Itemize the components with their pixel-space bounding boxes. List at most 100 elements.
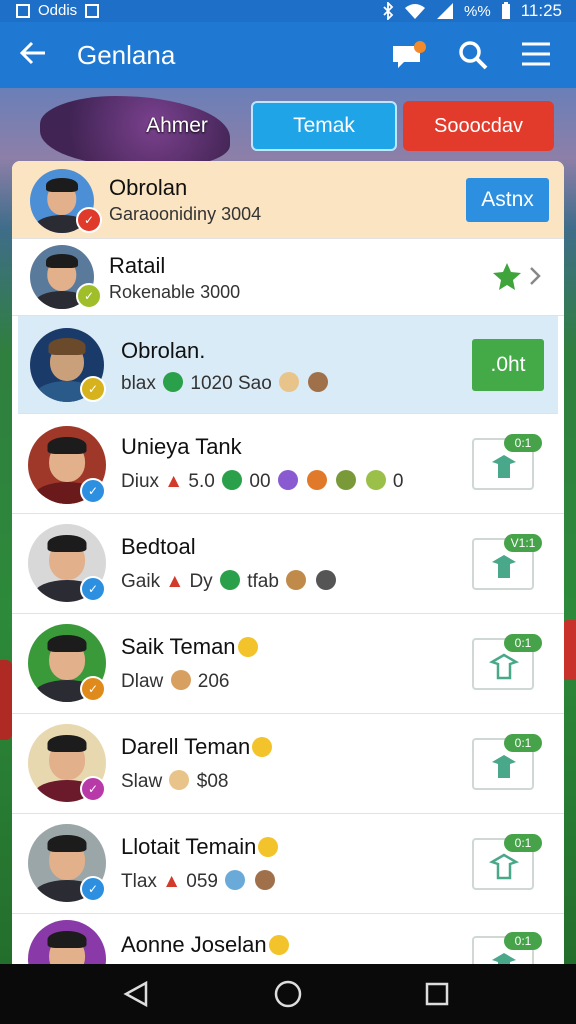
search-button[interactable] <box>456 38 492 74</box>
contact-name: Unieya Tank <box>121 434 242 459</box>
tab-sooocdav[interactable]: Sooocdav <box>403 101 554 151</box>
quick-action-button[interactable]: 0:1 <box>472 634 542 690</box>
face-emoji-icon <box>286 570 307 590</box>
list-item[interactable]: ✓ Obrolan Garaoonidiny 3004 Astnx <box>12 161 564 239</box>
contact-name: Bedtoal <box>121 534 196 559</box>
background-decoration <box>0 660 12 740</box>
notifications-button[interactable] <box>390 38 426 74</box>
subtitle-extra: Dy <box>189 571 213 592</box>
smiley-emoji-icon <box>268 935 289 955</box>
battery-text: %% <box>464 2 491 20</box>
list-item[interactable]: Aonne Joselan 0:1 <box>12 914 564 964</box>
contact-name: Llotait Temain <box>121 834 257 859</box>
emoji-icon <box>307 470 328 490</box>
face-emoji-icon <box>279 372 300 392</box>
nav-back-button[interactable] <box>122 979 152 1009</box>
triangle-back-icon <box>123 980 148 1008</box>
verified-badge-icon: ✓ <box>80 376 106 402</box>
green-emoji-icon <box>219 570 240 590</box>
contact-subtitle: Garaoonidiny 3004 <box>109 204 262 224</box>
action-button[interactable]: Astnx <box>466 178 549 222</box>
star-icon[interactable] <box>492 261 522 291</box>
contact-subtitle: Rokenable 3000 <box>109 282 241 302</box>
contact-name: Aonne Joselan <box>121 932 267 957</box>
status-tag: 0:1 <box>504 834 542 852</box>
back-button[interactable] <box>18 38 52 72</box>
subtitle-extra: $08 <box>196 771 229 792</box>
list-item[interactable]: ✓ Darell Teman Slaw $08 0:1 <box>12 714 564 814</box>
subtitle-extra: 1020 Sao <box>190 373 272 394</box>
subtitle-text: Slaw <box>121 771 163 792</box>
purple-emoji-icon <box>277 470 298 490</box>
home-shape-icon <box>492 555 516 578</box>
subtitle-text: Tlax <box>121 871 157 892</box>
contact-name: Obrolan. <box>121 338 206 363</box>
arrow-left-icon <box>19 41 45 65</box>
hamburger-menu-icon <box>522 42 550 66</box>
clock: 11:25 <box>520 1 562 20</box>
bluetooth-icon <box>383 2 394 20</box>
tab-temak[interactable]: Temak <box>251 101 397 151</box>
home-shape-icon <box>492 455 516 478</box>
nav-recents-button[interactable] <box>422 979 452 1009</box>
notification-icon <box>85 3 100 18</box>
list-item[interactable]: ✓ Saik Teman Dlaw 206 0:1 <box>12 614 564 714</box>
contact-subtitle: blax 1020 Sao <box>121 372 330 395</box>
face-emoji-icon <box>169 770 190 790</box>
chevron-right-icon[interactable] <box>528 265 542 287</box>
quick-action-button[interactable]: 0:1 <box>472 932 542 964</box>
emoji-icon <box>220 338 240 358</box>
subtitle-extra: 5.0 <box>188 471 215 492</box>
nav-home-button[interactable] <box>273 979 303 1009</box>
face-emoji-icon <box>170 670 191 690</box>
list-item[interactable]: ✓ Ratail Rokenable 3000 <box>12 239 564 316</box>
menu-button[interactable] <box>520 38 556 74</box>
quick-action-button[interactable]: V1:1 <box>472 534 542 590</box>
status-tag: V1:1 <box>504 534 542 552</box>
face-emoji-icon <box>225 870 246 890</box>
contact-name-wrap: Aonne Joselan <box>121 932 291 958</box>
status-tag: 0:1 <box>504 634 542 652</box>
verified-badge-icon: ✓ <box>80 576 106 602</box>
list-item-selected[interactable]: ✓ Obrolan. blax 1020 Sao .0ht <box>18 316 558 414</box>
signal-icon <box>437 3 454 19</box>
square-recents-icon <box>425 982 449 1006</box>
notification-icon <box>16 3 30 18</box>
contact-subtitle: Tlax ▲ 059 <box>121 870 277 893</box>
status-left-text: Oddis <box>38 2 78 19</box>
contact-name: Obrolan <box>109 175 188 200</box>
face-emoji-icon <box>308 372 329 392</box>
contact-subtitle: Diux ▲ 5.0 00 0 <box>121 470 404 493</box>
contact-name-wrap: Darell Teman <box>121 734 274 760</box>
quick-action-button[interactable]: 0:1 <box>472 834 542 890</box>
contact-subtitle: Dlaw 206 <box>121 670 230 693</box>
contact-name: Ratail <box>109 253 166 278</box>
chat-list: ✓ Obrolan Garaoonidiny 3004 Astnx ✓ Rata… <box>12 161 564 964</box>
face-emoji-icon <box>254 870 275 890</box>
subtitle-text: Dlaw <box>121 671 164 692</box>
verified-badge-icon: ✓ <box>80 776 106 802</box>
smiley-emoji-icon <box>258 837 279 857</box>
subtitle-tail: 0 <box>392 471 404 492</box>
background-decoration <box>562 620 576 680</box>
action-button[interactable]: .0ht <box>472 339 544 391</box>
status-tag: 0:1 <box>504 434 542 452</box>
chat-notification-icon <box>393 41 426 68</box>
list-item[interactable]: ✓ Bedtoal Gaik ▲ Dy tfab V1:1 <box>12 514 564 614</box>
quick-action-button[interactable]: 0:1 <box>472 734 542 790</box>
subtitle-text: Diux <box>121 471 160 492</box>
page-title: Genlana <box>77 40 176 70</box>
app-bar: Genlana <box>0 22 576 88</box>
battery-icon <box>501 2 510 19</box>
contact-name-wrap: Llotait Temain <box>121 834 280 860</box>
contact-subtitle: Slaw $08 <box>121 770 228 793</box>
verified-badge-icon: ✓ <box>80 478 106 504</box>
list-item[interactable]: ✓ Unieya Tank Diux ▲ 5.0 00 0 0:1 <box>12 414 564 514</box>
smiley-emoji-icon <box>237 637 258 657</box>
subtitle-text: Gaik <box>121 571 161 592</box>
quick-action-button[interactable]: 0:1 <box>472 434 542 490</box>
system-nav-bar <box>0 964 576 1024</box>
tab-ahmer[interactable]: Ahmer <box>122 101 232 151</box>
list-item[interactable]: ✓ Llotait Temain Tlax ▲ 059 0:1 <box>12 814 564 914</box>
emoji-icon <box>336 470 357 490</box>
